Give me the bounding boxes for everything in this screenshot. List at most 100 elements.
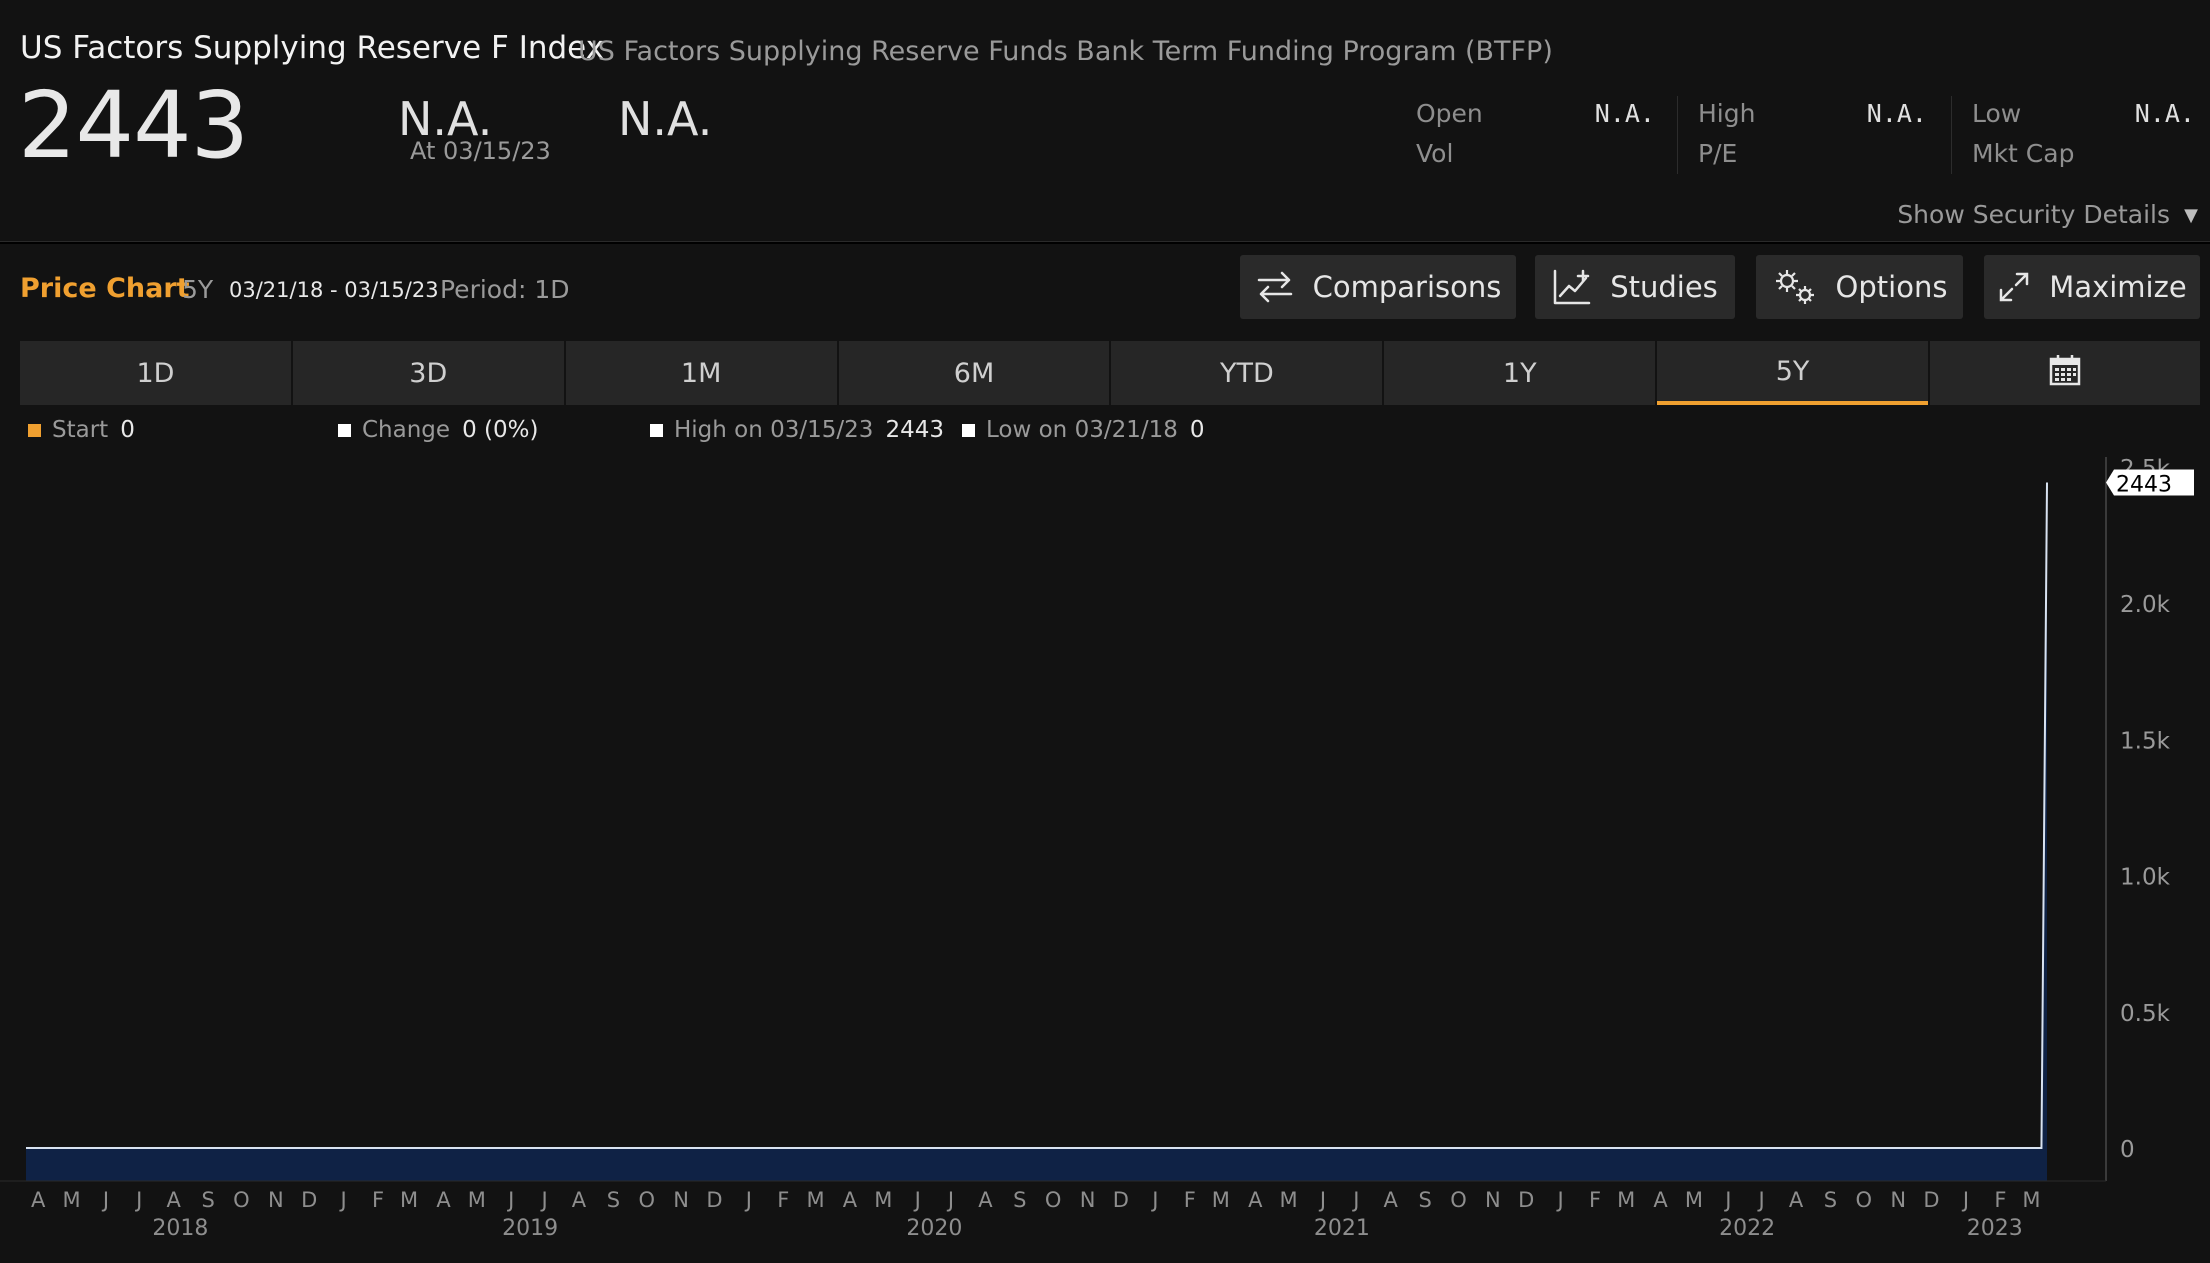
security-title: US Factors Supplying Reserve F Index	[20, 30, 605, 66]
x-year-label: 2018	[152, 1216, 208, 1241]
legend-high-label: High on 03/15/23	[674, 417, 874, 443]
tab-ytd[interactable]: YTD	[1111, 341, 1383, 405]
x-month-label: S	[1824, 1188, 1837, 1212]
as-of-date: At 03/15/23	[410, 137, 551, 165]
x-month-label: M	[806, 1188, 824, 1212]
x-month-label: A	[978, 1188, 993, 1212]
comparisons-button[interactable]: Comparisons	[1240, 255, 1516, 319]
x-month-label: J	[913, 1188, 921, 1212]
tab-1m[interactable]: 1M	[565, 341, 837, 405]
legend-low-label: Low on 03/21/18	[986, 417, 1178, 443]
calendar-icon	[2048, 353, 2082, 394]
x-month-label: F	[372, 1188, 384, 1212]
x-month-label: S	[1418, 1188, 1431, 1212]
x-month-label: A	[1384, 1188, 1399, 1212]
range-tabs: 1D 3D 1M 6M YTD 1Y 5Y	[20, 341, 2201, 405]
legend-high-value: 2443	[885, 417, 944, 443]
security-subtitle: US Factors Supplying Reserve Funds Bank …	[578, 36, 1553, 67]
price-area-fill	[26, 482, 2047, 1181]
legend-start-label: Start	[52, 417, 109, 443]
x-year-label: 2023	[1967, 1216, 2023, 1241]
tab-3d[interactable]: 3D	[292, 341, 564, 405]
x-month-label: J	[539, 1188, 547, 1212]
comparisons-label: Comparisons	[1312, 270, 1502, 304]
mkt-cap-label: Mkt Cap	[1972, 139, 2075, 168]
chart-period[interactable]: Period: 1D	[440, 275, 569, 304]
x-month-label: J	[506, 1188, 514, 1212]
pe-label: P/E	[1698, 139, 1738, 168]
x-month-label: J	[1961, 1188, 1969, 1212]
legend-high: High on 03/15/23 2443	[650, 417, 944, 443]
x-month-label: J	[1757, 1188, 1765, 1212]
x-month-label: O	[233, 1188, 250, 1212]
legend-change-value: 0 (0%)	[462, 417, 539, 443]
x-month-label: F	[1184, 1188, 1196, 1212]
x-month-label: M	[874, 1188, 892, 1212]
low-label: Low	[1972, 99, 2022, 128]
y-tick-label: 1.0k	[2120, 865, 2171, 891]
x-month-label: D	[1518, 1188, 1534, 1212]
show-security-details-link[interactable]: Show Security Details	[1897, 200, 2170, 229]
legend-start-swatch	[28, 423, 41, 437]
tab-6m[interactable]: 6M	[838, 341, 1110, 405]
x-month-label: A	[31, 1188, 46, 1212]
legend-start-value: 0	[120, 417, 135, 443]
x-month-label: D	[1113, 1188, 1129, 1212]
x-month-label: F	[1994, 1188, 2006, 1212]
y-tick-label: 2.0k	[2120, 592, 2171, 618]
x-month-label: O	[1450, 1188, 1467, 1212]
x-month-label: A	[1653, 1188, 1668, 1212]
x-year-label: 2021	[1314, 1216, 1370, 1241]
x-month-label: A	[572, 1188, 587, 1212]
x-month-label: S	[1013, 1188, 1026, 1212]
maximize-label: Maximize	[2049, 270, 2187, 304]
percent-change: N.A.	[618, 92, 713, 146]
open-value: N.A.	[1594, 99, 1655, 128]
stats-divider	[1951, 96, 1952, 174]
studies-button[interactable]: Studies	[1535, 255, 1735, 319]
x-year-label: 2022	[1719, 1216, 1775, 1241]
maximize-button[interactable]: Maximize	[1984, 255, 2200, 319]
legend-change: Change 0 (0%)	[338, 417, 538, 443]
tab-calendar[interactable]	[1930, 341, 2201, 405]
x-month-label: N	[1485, 1188, 1501, 1212]
tab-5y[interactable]: 5Y	[1657, 341, 1929, 405]
x-month-label: A	[1248, 1188, 1263, 1212]
x-month-label: M	[62, 1188, 80, 1212]
legend-low-value: 0	[1189, 417, 1205, 443]
x-month-label: J	[1318, 1188, 1326, 1212]
chart-range: 5Y	[182, 275, 214, 304]
y-tick-label: 0	[2120, 1137, 2135, 1163]
chart-plus-icon	[1552, 268, 1592, 306]
x-month-label: A	[436, 1188, 451, 1212]
x-month-label: J	[946, 1188, 954, 1212]
options-button[interactable]: Options	[1756, 255, 1963, 319]
tab-1y[interactable]: 1Y	[1384, 341, 1656, 405]
triangle-down-icon[interactable]: ▼	[2184, 205, 2198, 226]
legend-low: Low on 03/21/18 0	[962, 417, 1205, 443]
open-label: Open	[1416, 99, 1483, 128]
studies-label: Studies	[1610, 270, 1718, 304]
x-month-label: O	[638, 1188, 655, 1212]
arrows-swap-icon	[1255, 269, 1295, 305]
price-chart[interactable]: 00.5k1.0k1.5k2.0k2.5k AMJJASONDJFMAMJJAS…	[0, 455, 2210, 1263]
last-price: 2443	[18, 72, 249, 179]
high-value: N.A.	[1866, 99, 1927, 128]
x-month-label: J	[1150, 1188, 1158, 1212]
x-month-label: M	[1617, 1188, 1635, 1212]
x-month-label: S	[607, 1188, 620, 1212]
price-chart-label: Price Chart	[20, 273, 190, 304]
x-month-label: A	[843, 1188, 858, 1212]
x-month-label: F	[1589, 1188, 1601, 1212]
tab-1d[interactable]: 1D	[20, 341, 291, 405]
x-month-label: N	[1080, 1188, 1096, 1212]
legend-start: Start 0	[28, 417, 135, 443]
x-month-label: N	[1890, 1188, 1906, 1212]
options-label: Options	[1835, 270, 1948, 304]
low-value: N.A.	[2134, 99, 2195, 128]
x-month-label: N	[268, 1188, 284, 1212]
x-month-label: D	[1923, 1188, 1939, 1212]
x-month-label: J	[1723, 1188, 1731, 1212]
y-tick-label: 1.5k	[2120, 728, 2171, 754]
x-month-label: N	[673, 1188, 689, 1212]
